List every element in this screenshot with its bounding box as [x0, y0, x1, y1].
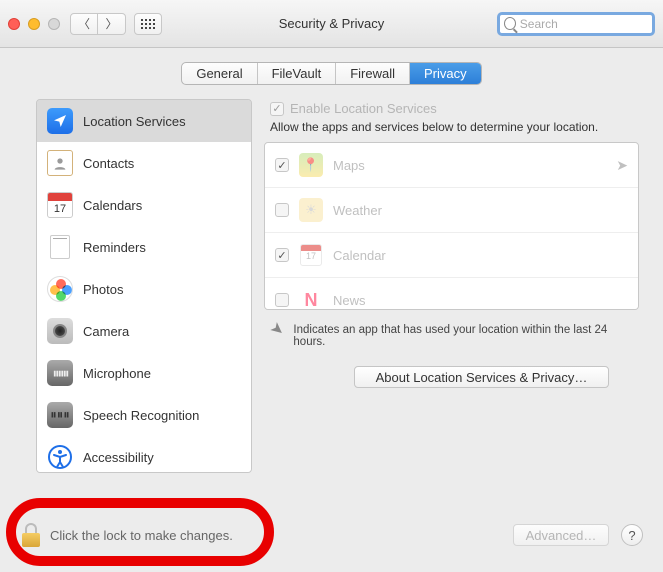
location-arrow-icon: ➤	[268, 321, 286, 339]
grid-icon	[141, 19, 155, 29]
close-window-button[interactable]	[8, 18, 20, 30]
news-icon: N	[299, 288, 323, 310]
titlebar: 〈 〉 Security & Privacy	[0, 0, 663, 48]
app-row-calendar[interactable]: 17 Calendar	[265, 232, 638, 277]
photos-icon	[47, 276, 73, 302]
tab-filevault[interactable]: FileVault	[258, 63, 337, 84]
chevron-right-icon: 〉	[105, 15, 117, 32]
window-controls	[8, 18, 60, 30]
lock-area[interactable]: Click the lock to make changes.	[20, 523, 233, 547]
tab-bar: General FileVault Firewall Privacy	[0, 48, 663, 91]
help-button[interactable]: ?	[621, 524, 643, 546]
location-arrow-icon	[47, 108, 73, 134]
lock-label: Click the lock to make changes.	[50, 528, 233, 543]
lock-icon	[20, 523, 42, 547]
camera-icon	[47, 318, 73, 344]
sidebar-item-speech-recognition[interactable]: ⏸⏸⏸ Speech Recognition	[37, 394, 251, 436]
tabs-control: General FileVault Firewall Privacy	[181, 62, 481, 85]
app-row-weather[interactable]: ☀ Weather	[265, 187, 638, 232]
sidebar-item-label: Speech Recognition	[83, 408, 199, 423]
sidebar-item-label: Contacts	[83, 156, 134, 171]
sidebar-item-calendars[interactable]: 17 Calendars	[37, 184, 251, 226]
about-location-services-button[interactable]: About Location Services & Privacy…	[354, 366, 609, 388]
sidebar-item-label: Camera	[83, 324, 129, 339]
app-checkbox-calendar[interactable]	[275, 248, 289, 262]
location-apps-list: 📍 Maps ➤ ☀ Weather 17 Calendar N News	[264, 142, 639, 310]
allow-description-label: Allow the apps and services below to det…	[270, 120, 639, 134]
sidebar-item-photos[interactable]: Photos	[37, 268, 251, 310]
sidebar-item-label: Reminders	[83, 240, 146, 255]
chevron-left-icon: 〈	[78, 15, 90, 32]
app-checkbox-news[interactable]	[275, 293, 289, 307]
accessibility-icon	[47, 444, 73, 470]
search-field-wrapper[interactable]	[497, 12, 655, 36]
privacy-category-sidebar: Location Services Contacts 17 Calendars …	[36, 99, 252, 473]
detail-panel: Enable Location Services Allow the apps …	[264, 99, 639, 473]
indicator-note: ➤ Indicates an app that has used your lo…	[270, 324, 633, 348]
sidebar-item-reminders[interactable]: Reminders	[37, 226, 251, 268]
calendar-icon: 17	[47, 192, 73, 218]
main-content: Location Services Contacts 17 Calendars …	[0, 91, 663, 481]
enable-location-checkbox[interactable]	[270, 102, 284, 116]
show-all-button[interactable]	[134, 13, 162, 35]
sidebar-item-label: Microphone	[83, 366, 151, 381]
sidebar-item-label: Calendars	[83, 198, 142, 213]
enable-location-row: Enable Location Services	[270, 101, 639, 116]
sidebar-item-label: Accessibility	[83, 450, 154, 465]
sidebar-item-label: Location Services	[83, 114, 186, 129]
search-icon	[504, 17, 516, 30]
app-checkbox-maps[interactable]	[275, 158, 289, 172]
indicator-note-text: Indicates an app that has used your loca…	[293, 324, 633, 348]
enable-location-label: Enable Location Services	[290, 101, 437, 116]
back-button[interactable]: 〈	[70, 13, 98, 35]
forward-button[interactable]: 〉	[98, 13, 126, 35]
app-label: Calendar	[333, 248, 386, 263]
sidebar-item-microphone[interactable]: ⏸⏸⏸ Microphone	[37, 352, 251, 394]
weather-icon: ☀	[299, 198, 323, 222]
app-label: Weather	[333, 203, 382, 218]
minimize-window-button[interactable]	[28, 18, 40, 30]
sidebar-item-contacts[interactable]: Contacts	[37, 142, 251, 184]
app-label: Maps	[333, 158, 365, 173]
speech-recognition-icon: ⏸⏸⏸	[47, 402, 73, 428]
location-arrow-icon: ➤	[616, 157, 628, 174]
microphone-icon: ⏸⏸⏸	[47, 360, 73, 386]
search-input[interactable]	[520, 17, 648, 31]
sidebar-item-accessibility[interactable]: Accessibility	[37, 436, 251, 473]
tab-privacy[interactable]: Privacy	[410, 63, 481, 84]
tab-firewall[interactable]: Firewall	[336, 63, 410, 84]
tab-general[interactable]: General	[182, 63, 257, 84]
advanced-button[interactable]: Advanced…	[513, 524, 609, 546]
sidebar-item-location-services[interactable]: Location Services	[37, 100, 251, 142]
app-row-maps[interactable]: 📍 Maps ➤	[265, 143, 638, 187]
app-label: News	[333, 293, 366, 308]
footer-bar: Click the lock to make changes. Advanced…	[0, 498, 663, 572]
help-icon: ?	[628, 528, 635, 543]
maximize-window-button	[48, 18, 60, 30]
nav-buttons: 〈 〉	[70, 13, 126, 35]
contacts-icon	[47, 150, 73, 176]
app-checkbox-weather[interactable]	[275, 203, 289, 217]
sidebar-item-camera[interactable]: Camera	[37, 310, 251, 352]
maps-icon: 📍	[299, 153, 323, 177]
sidebar-item-label: Photos	[83, 282, 123, 297]
app-row-news[interactable]: N News	[265, 277, 638, 310]
calendar-app-icon: 17	[299, 243, 323, 267]
reminders-icon	[47, 234, 73, 260]
